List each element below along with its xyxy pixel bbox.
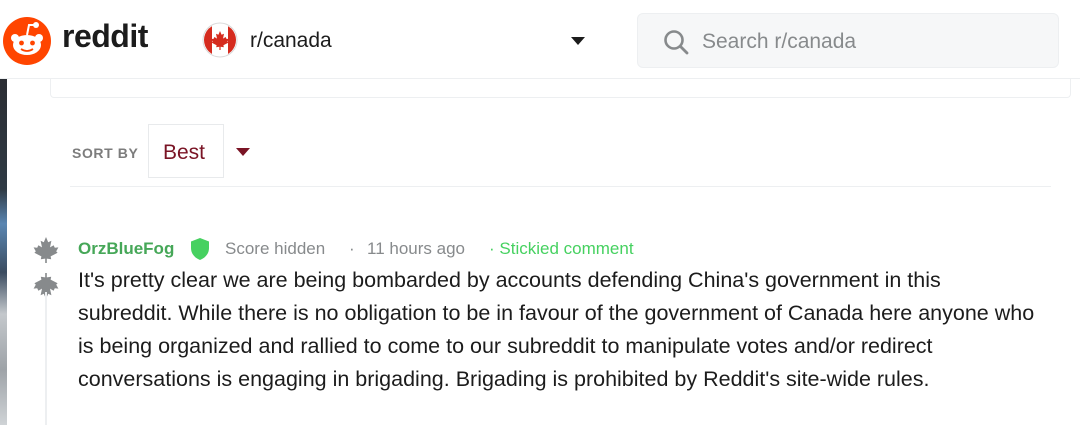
sort-dropdown[interactable]: Best [148,124,278,180]
comment-score: Score hidden [225,239,326,258]
maple-leaf-upvote-icon[interactable] [31,236,61,264]
comment-author[interactable]: OrzBlueFog [78,239,174,259]
search-icon [664,30,689,55]
stickied-label: · Stickied comment [489,239,634,258]
meta-separator: · [349,239,355,258]
background-image-strip [0,78,7,425]
top-navigation-bar: reddit r/canada [0,0,1080,79]
comment-body: It's pretty clear we are being bombarded… [78,264,1038,396]
sort-by-label: SORT BY [72,145,139,161]
reddit-wordmark[interactable]: reddit [62,18,148,55]
mod-shield-icon [191,238,209,260]
search-bar[interactable] [637,13,1059,68]
section-divider [70,186,1051,187]
comment-thread-line[interactable] [45,292,47,425]
search-input[interactable] [700,22,1044,62]
reddit-logo-icon[interactable] [2,14,52,66]
community-name: r/canada [250,29,332,52]
caret-down-icon [571,37,585,45]
caret-down-icon[interactable] [236,148,250,157]
sort-value-box[interactable]: Best [148,124,224,178]
comment-text: It's pretty clear we are being bombarded… [78,268,1035,391]
community-switcher[interactable]: r/canada [198,20,598,60]
canada-flag-icon [202,22,238,58]
comment-timestamp[interactable]: 11 hours ago [367,239,465,259]
sort-value: Best [163,141,206,164]
